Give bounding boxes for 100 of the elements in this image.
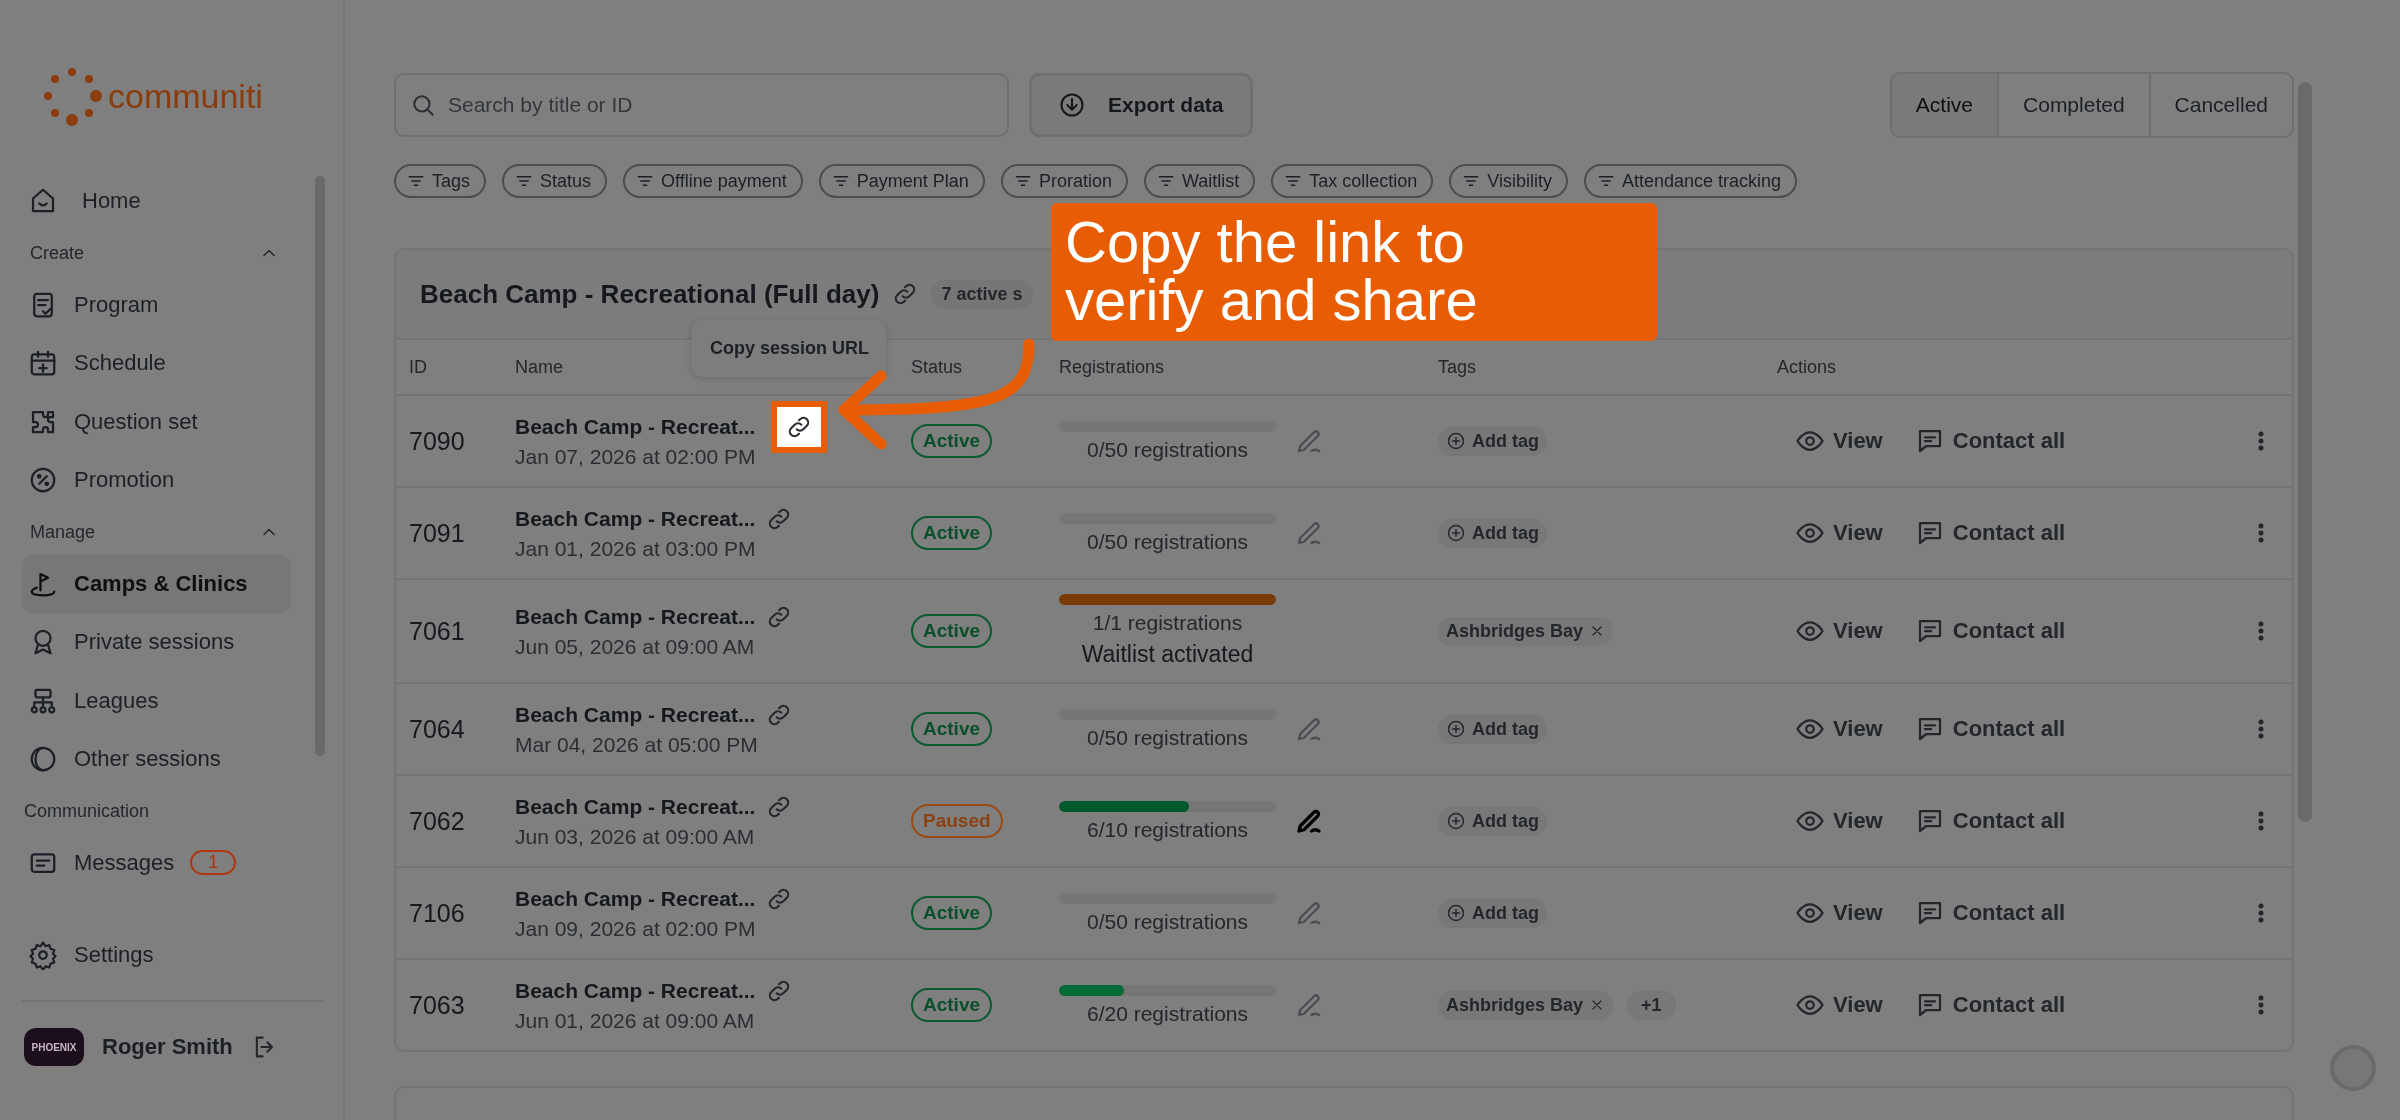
session-date: Jan 01, 2026 at 03:00 PM [515, 537, 757, 561]
nav-item[interactable]: Program [22, 275, 291, 334]
filter-chip[interactable]: Tags [394, 164, 487, 198]
view-button[interactable]: View [1795, 616, 1883, 646]
registration-count: 0/50 registrations [1086, 437, 1249, 462]
add-tag-button[interactable]: Add tag [1438, 714, 1547, 744]
program-title: Beach Camp - Recreational (Full day) [420, 278, 880, 310]
status-badge: Active [911, 614, 993, 648]
nav-item[interactable]: Question set [22, 392, 291, 451]
view-button[interactable]: View [1795, 990, 1883, 1020]
session-date: Jun 03, 2026 at 09:00 AM [515, 825, 756, 849]
filter-chip[interactable]: Tax collection [1271, 164, 1434, 198]
view-button[interactable]: View [1795, 806, 1883, 836]
registration-count: 0/50 registrations [1086, 529, 1249, 554]
plus-circle-icon [1446, 523, 1466, 543]
view-button[interactable]: View [1795, 426, 1883, 456]
view-button[interactable]: View [1795, 714, 1883, 744]
contact-button[interactable]: Contact all [1914, 990, 2066, 1020]
export-button[interactable]: Export data [1029, 73, 1253, 137]
nav-item[interactable]: Leagues [22, 671, 291, 730]
section-heading: Create [30, 242, 85, 264]
tour-tooltip: Copy the link to verify and share [1051, 203, 1657, 341]
nav-item[interactable]: Home [22, 172, 291, 231]
status-badge: Active [911, 712, 993, 746]
session-name: Beach Camp - Recreat... [515, 795, 756, 819]
status-badge: Active [911, 516, 993, 550]
contact-button[interactable]: Contact all [1914, 714, 2066, 744]
contact-button[interactable]: Contact all [1914, 616, 2066, 646]
tag-label: Ashbridges Bay [1446, 994, 1584, 1016]
gear-icon [28, 940, 58, 970]
section-heading: Manage [30, 521, 96, 543]
settings-item[interactable]: Settings [22, 922, 325, 1002]
session-name: Beach Camp - Recreat... [515, 979, 756, 1003]
contact-button[interactable]: Contact all [1914, 898, 2066, 928]
status-tab[interactable]: Active [1891, 74, 1998, 136]
contact-button[interactable]: Contact all [1914, 518, 2066, 548]
view-button[interactable]: View [1795, 898, 1883, 928]
column-header: ID [409, 356, 428, 378]
column-header: Name [515, 356, 564, 378]
waitlist-note: Waitlist activated [1081, 641, 1254, 668]
avatar-text: PHOENIX [31, 1041, 77, 1053]
status-badge: Active [911, 988, 993, 1022]
status-badge: Paused [911, 804, 1003, 838]
filter-chip[interactable]: Payment Plan [818, 164, 985, 198]
nav-item[interactable]: Private sessions [22, 613, 291, 672]
session-id: 7062 [409, 806, 466, 836]
contact-button[interactable]: Contact all [1914, 426, 2066, 456]
user-name: Roger Smith [102, 1034, 233, 1060]
session-name: Beach Camp - Recreat... [515, 605, 756, 629]
nav-item[interactable]: Camps & Clinics [22, 554, 291, 613]
session-id: 7106 [409, 898, 466, 928]
session-name: Beach Camp - Recreat... [515, 703, 756, 727]
session-date: Jan 09, 2026 at 02:00 PM [515, 917, 757, 941]
add-tag-button[interactable]: Add tag [1438, 426, 1547, 456]
add-tag-button[interactable]: Add tag [1438, 898, 1547, 928]
filter-chip[interactable]: Offline payment [623, 164, 803, 198]
nav-item[interactable]: Promotion [22, 451, 291, 510]
status-badge: Active [911, 896, 993, 930]
session-name: Beach Camp - Recreat... [515, 507, 756, 531]
nav-item[interactable]: Messages 1 [22, 833, 291, 892]
search-icon [410, 92, 436, 118]
registration-count: 6/20 registrations [1086, 1001, 1249, 1026]
filter-chip[interactable]: Waitlist [1143, 164, 1256, 198]
logo-text: communiti [108, 76, 263, 116]
tag-label: Ashbridges Bay [1446, 620, 1584, 642]
session-id: 7091 [409, 518, 466, 548]
session-name: Beach Camp - Recreat... [515, 887, 756, 911]
nav-item[interactable]: Other sessions [22, 730, 291, 789]
session-id: 7090 [409, 426, 466, 456]
registration-count: 0/50 registrations [1086, 725, 1249, 750]
session-id: 7063 [409, 990, 466, 1020]
unread-badge: 1 [190, 850, 237, 876]
session-id: 7061 [409, 616, 466, 646]
column-header: Actions [1777, 356, 1838, 378]
column-header: Tags [1438, 356, 1478, 378]
section-heading: Communication [24, 800, 150, 822]
session-date: Jun 01, 2026 at 09:00 AM [515, 1009, 756, 1033]
add-tag-button[interactable]: Add tag [1438, 518, 1547, 548]
registration-count: 6/10 registrations [1086, 817, 1249, 842]
more-tags-count: +1 [1627, 990, 1676, 1020]
session-name: Beach Camp - Recreat... [515, 415, 756, 439]
plus-circle-icon [1446, 903, 1466, 923]
column-header: Status [911, 356, 964, 378]
status-tab[interactable]: Completed [1997, 74, 2149, 136]
session-date: Jan 07, 2026 at 02:00 PM [515, 445, 757, 469]
status-tab[interactable]: Cancelled [2148, 74, 2292, 136]
filter-chip[interactable]: Status [502, 164, 608, 198]
filter-chip[interactable]: Attendance tracking [1584, 164, 1798, 198]
filter-chip[interactable]: Visibility [1449, 164, 1568, 198]
view-button[interactable]: View [1795, 518, 1883, 548]
session-date: Jun 05, 2026 at 09:00 AM [515, 635, 756, 659]
registration-count: 1/1 registrations [1092, 611, 1243, 635]
filter-chip[interactable]: Proration [1000, 164, 1128, 198]
nav-item[interactable]: Schedule [22, 334, 291, 393]
search-field[interactable]: Search by title or ID [394, 73, 1009, 137]
download-icon [1058, 91, 1086, 119]
contact-button[interactable]: Contact all [1914, 806, 2066, 836]
add-tag-button[interactable]: Add tag [1438, 806, 1547, 836]
session-count-badge: 7 active s [931, 279, 1033, 309]
tooltip: Copy session URL [691, 320, 887, 377]
